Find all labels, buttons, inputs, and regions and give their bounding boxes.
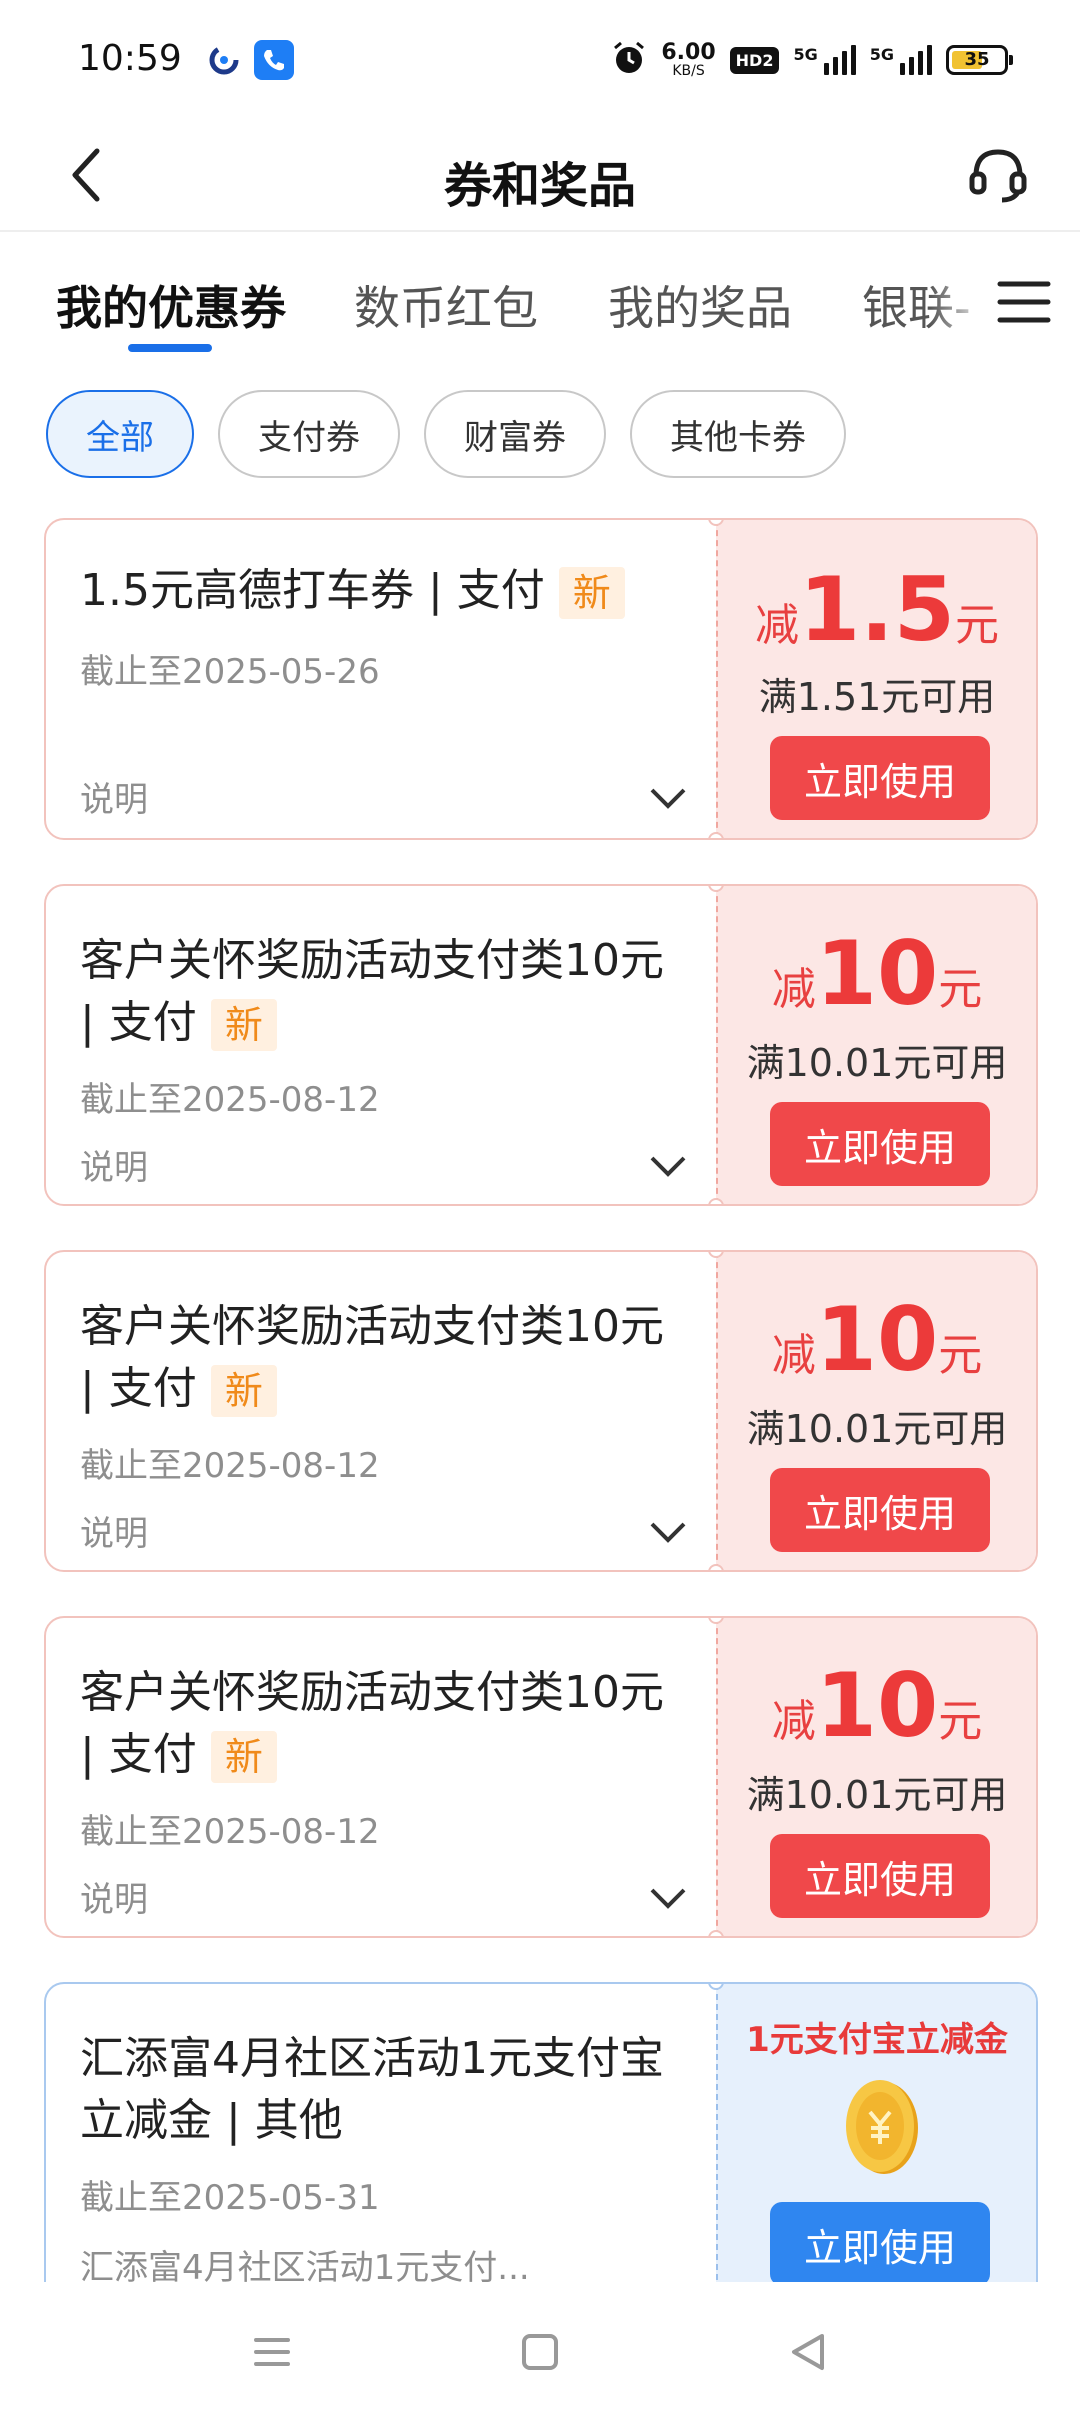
- coupon-condition: 满10.01元可用: [746, 1773, 1008, 1817]
- status-time: 10:59: [78, 38, 182, 79]
- customer-service-button[interactable]: [964, 140, 1032, 208]
- coupon-card[interactable]: 客户关怀奖励活动支付类10元 | 支付新 截止至2025-08-12 说明 减1…: [44, 1616, 1038, 1938]
- tab-my-coupons[interactable]: 我的优惠券: [56, 272, 286, 338]
- chevron-down-icon[interactable]: [648, 786, 688, 810]
- signal-5g-icon: 5G: [793, 45, 856, 75]
- hd-badge: HD2: [729, 46, 780, 74]
- coupon-expiry: 截止至2025-05-26: [80, 652, 380, 692]
- home-button[interactable]: [510, 2322, 570, 2382]
- new-badge: 新: [210, 1365, 277, 1417]
- new-badge: 新: [210, 999, 277, 1051]
- tab-my-prizes[interactable]: 我的奖品: [608, 272, 792, 338]
- home-square-icon: [522, 2334, 558, 2370]
- gold-coin-icon: [846, 2080, 918, 2174]
- coupon-title: 客户关怀奖励活动支付类10元 | 支付新: [80, 930, 690, 1054]
- promo-title: 1元支付宝立减金: [746, 2020, 1008, 2060]
- coupon-description[interactable]: 说明: [80, 1506, 148, 1555]
- back-nav-button[interactable]: [778, 2322, 838, 2382]
- coupon-expiry: 截止至2025-08-12: [80, 1446, 380, 1486]
- use-now-button[interactable]: 立即使用: [770, 1102, 990, 1186]
- coupon-card[interactable]: 客户关怀奖励活动支付类10元 | 支付新 截止至2025-08-12 说明 减1…: [44, 884, 1038, 1206]
- headset-icon: [969, 149, 1027, 203]
- menu-icon: [997, 281, 1051, 323]
- coupon-title: 1.5元高德打车券 | 支付新: [80, 560, 690, 622]
- coupon-condition: 满10.01元可用: [746, 1407, 1008, 1451]
- coupon-card[interactable]: 汇添富4月社区活动1元支付宝立减金 | 其他 截止至2025-05-31 汇添富…: [44, 1982, 1038, 2312]
- coupon-amount: 减1.5元: [755, 558, 999, 661]
- tab-menu-button[interactable]: [994, 272, 1054, 332]
- coupon-description[interactable]: 说明: [80, 772, 148, 821]
- use-now-button[interactable]: 立即使用: [770, 1468, 990, 1552]
- coupon-title: 客户关怀奖励活动支付类10元 | 支付新: [80, 1662, 690, 1786]
- signal-5g-icon-2: 5G: [870, 45, 932, 75]
- new-badge: 新: [558, 567, 625, 619]
- filter-chips: 全部 支付券 财富券 其他卡券: [46, 390, 846, 478]
- back-triangle-icon: [792, 2334, 824, 2370]
- coupon-amount: 减10元: [771, 1654, 983, 1757]
- chevron-down-icon[interactable]: [648, 1520, 688, 1544]
- filter-payment-coupons[interactable]: 支付券: [218, 390, 400, 478]
- phone-app-icon: [254, 40, 294, 80]
- use-now-button[interactable]: 立即使用: [770, 2202, 990, 2286]
- coupon-title: 客户关怀奖励活动支付类10元 | 支付新: [80, 1296, 690, 1420]
- coupon-condition: 满10.01元可用: [746, 1041, 1008, 1085]
- filter-all[interactable]: 全部: [46, 390, 194, 478]
- use-now-button[interactable]: 立即使用: [770, 736, 990, 820]
- active-tab-indicator: [128, 344, 212, 352]
- filter-other-cards[interactable]: 其他卡券: [630, 390, 846, 478]
- coupon-description[interactable]: 说明: [80, 1140, 148, 1189]
- coupon-description[interactable]: 说明: [80, 1872, 148, 1921]
- app-notification-icon: [204, 40, 244, 80]
- alarm-icon: [611, 40, 647, 80]
- chevron-down-icon[interactable]: [648, 1154, 688, 1178]
- menu-icon: [254, 2338, 290, 2366]
- coupon-amount: 减10元: [771, 1288, 983, 1391]
- header: 券和奖品: [0, 120, 1080, 232]
- tab-digital-red-packets[interactable]: 数币红包: [354, 272, 538, 338]
- status-bar: 10:59 6.00 KB/S HD2 5G 5G 35: [0, 0, 1080, 120]
- coupon-card[interactable]: 1.5元高德打车券 | 支付新 截止至2025-05-26 说明 减1.5元 满…: [44, 518, 1038, 840]
- coupon-title: 汇添富4月社区活动1元支付宝立减金 | 其他: [80, 2033, 664, 2146]
- coupon-expiry: 截止至2025-08-12: [80, 1080, 380, 1120]
- coupon-card[interactable]: 客户关怀奖励活动支付类10元 | 支付新 截止至2025-08-12 说明 减1…: [44, 1250, 1038, 1572]
- new-badge: 新: [210, 1731, 277, 1783]
- coupon-condition: 满1.51元可用: [758, 675, 996, 719]
- coupon-expiry: 截止至2025-08-12: [80, 1812, 380, 1852]
- coupon-expiry: 截止至2025-05-31: [80, 2178, 380, 2218]
- page-title: 券和奖品: [443, 158, 636, 214]
- filter-wealth-coupons[interactable]: 财富券: [424, 390, 606, 478]
- system-nav-bar: [0, 2282, 1080, 2412]
- tab-bar: 我的优惠券 数币红包 我的奖品 银联-: [0, 232, 1080, 362]
- use-now-button[interactable]: 立即使用: [770, 1834, 990, 1918]
- battery-icon: 35: [946, 45, 1013, 75]
- recent-apps-button[interactable]: [242, 2322, 302, 2382]
- chevron-down-icon[interactable]: [648, 1886, 688, 1910]
- coupon-amount: 减10元: [771, 922, 983, 1025]
- net-speed: 6.00 KB/S: [661, 40, 716, 79]
